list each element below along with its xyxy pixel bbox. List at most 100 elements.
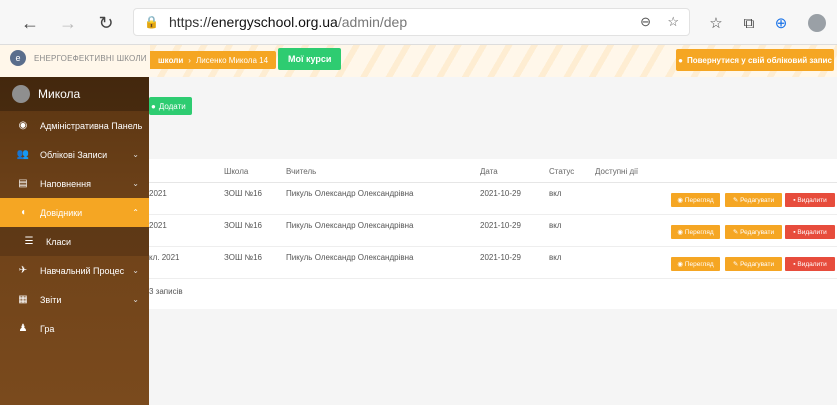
cell-school: ЗОШ №16: [224, 221, 262, 230]
sidebar-item-classes[interactable]: ☰ Класи: [0, 227, 149, 256]
rocket-icon: ✈: [18, 265, 28, 276]
sidebar-item-label: Класи: [46, 236, 72, 247]
download-icon[interactable]: ⊕: [770, 12, 792, 34]
view-button-label: Перегляд: [684, 228, 714, 236]
eye-icon: ◉: [677, 197, 683, 204]
breadcrumb-separator: ›: [188, 55, 191, 65]
sidebar-item-learning-process[interactable]: ✈ Навчальний Процес ⌄: [0, 256, 149, 285]
table-row: 2021 ЗОШ №16 Пикуль Олександр Олександрі…: [149, 183, 837, 215]
edit-button[interactable]: ✎ Редагувати: [725, 225, 782, 239]
column-actions: Доступні дії: [595, 167, 639, 176]
url-text: https://energyschool.org.ua/admin/dep: [168, 14, 408, 30]
brand-text: ЕНЕРГОЕФЕКТИВНІ ШКОЛИ: [34, 53, 147, 63]
admin-app: e ЕНЕРГОЕФЕКТИВНІ ШКОЛИ школи › Лисенко …: [0, 45, 837, 405]
delete-button[interactable]: ▪ Видалити: [785, 257, 835, 271]
cell-school: ЗОШ №16: [224, 253, 262, 262]
delete-button-label: Видалити: [797, 260, 827, 268]
users-icon: 👥: [16, 149, 30, 160]
plus-icon: ●: [151, 101, 156, 111]
add-button-label: Додати: [158, 101, 186, 111]
add-button[interactable]: ● Додати: [149, 97, 192, 115]
column-status[interactable]: Статус: [549, 167, 574, 176]
address-bar[interactable]: 🔒 https://energyschool.org.ua/admin/dep …: [133, 8, 690, 36]
breadcrumb-first[interactable]: школи: [158, 56, 183, 65]
cell-date: 2021-10-29: [480, 189, 521, 198]
cell-name: кл. 2021: [149, 253, 180, 262]
edit-button-label: Редагувати: [740, 196, 775, 204]
user-name: Микола: [38, 87, 81, 101]
cell-status: вкл: [549, 221, 562, 230]
sidebar-user[interactable]: Микола: [0, 77, 149, 111]
edit-icon: ✎: [732, 261, 739, 268]
chevron-down-icon: ⌄: [132, 150, 139, 159]
cell-school: ЗОШ №16: [224, 189, 262, 198]
edit-button-label: Редагувати: [740, 228, 775, 236]
cell-date: 2021-10-29: [480, 253, 521, 262]
table-header: Школа Вчитель Дата Статус Доступні дії: [149, 159, 837, 183]
chevron-down-icon: ⌄: [132, 179, 139, 188]
eye-icon: ◉: [677, 229, 683, 236]
profile-icon[interactable]: [806, 12, 828, 34]
table-row: кл. 2021 ЗОШ №16 Пикуль Олександр Олекса…: [149, 247, 837, 279]
chevron-up-icon: ⌃: [132, 208, 139, 217]
cell-teacher: Пикуль Олександр Олександрівна: [286, 221, 414, 230]
cell-status: вкл: [549, 189, 562, 198]
column-date[interactable]: Дата: [480, 167, 498, 176]
sidebar-item-content[interactable]: ▤ Наповнення ⌄: [0, 169, 149, 198]
view-button[interactable]: ◉ Перегляд: [671, 193, 720, 207]
cell-teacher: Пикуль Олександр Олександрівна: [286, 253, 414, 262]
my-courses-button[interactable]: Мої курси: [278, 48, 342, 70]
view-button[interactable]: ◉ Перегляд: [671, 225, 720, 239]
avatar: [12, 85, 30, 103]
sidebar-item-label: Навчальний Процес: [40, 265, 125, 276]
top-navbar: e ЕНЕРГОЕФЕКТИВНІ ШКОЛИ школи › Лисенко …: [0, 45, 837, 77]
zoom-icon[interactable]: ⊖: [640, 14, 651, 30]
sidebar-item-admin-panel[interactable]: ◉ Адміністративна Панель: [0, 111, 149, 140]
edit-button-label: Редагувати: [740, 260, 775, 268]
brand[interactable]: e ЕНЕРГОЕФЕКТИВНІ ШКОЛИ: [10, 50, 147, 66]
forward-icon[interactable]: →: [56, 11, 80, 35]
edit-icon: ✎: [732, 229, 739, 236]
eye-icon: ◉: [677, 261, 683, 268]
return-account-button[interactable]: ● Повернутися у свій обліковий запис: [676, 49, 834, 71]
people-icon: ♟: [18, 323, 28, 334]
reload-icon[interactable]: ↻: [94, 11, 118, 35]
breadcrumb-second[interactable]: Лисенко Микола 14: [196, 56, 268, 65]
list-icon: ☰: [24, 236, 34, 247]
records-count: 3 записів: [149, 287, 183, 296]
cell-status: вкл: [549, 253, 562, 262]
lock-icon: 🔒: [144, 15, 159, 29]
delete-button-label: Видалити: [797, 228, 827, 236]
sidebar-item-accounts[interactable]: 👥 Облікові Записи ⌄: [0, 140, 149, 169]
delete-button[interactable]: ▪ Видалити: [785, 225, 835, 239]
report-icon: ▦: [18, 294, 28, 305]
sidebar-item-label: Облікові Записи: [40, 149, 108, 160]
back-icon[interactable]: ←: [18, 11, 42, 35]
trash-icon: ▪: [793, 196, 796, 204]
view-button[interactable]: ◉ Перегляд: [671, 257, 720, 271]
sidebar-item-game[interactable]: ♟ Гра: [0, 314, 149, 343]
favorites-icon[interactable]: ☆: [705, 12, 727, 34]
edit-button[interactable]: ✎ Редагувати: [725, 257, 782, 271]
browser-toolbar: ← → ↻ 🔒 https://energyschool.org.ua/admi…: [0, 0, 837, 45]
delete-button[interactable]: ▪ Видалити: [785, 193, 835, 207]
sidebar-item-reports[interactable]: ▦ Звіти ⌄: [0, 285, 149, 314]
sidebar-item-label: Адміністративна Панель: [40, 120, 143, 131]
sidebar-item-label: Гра: [40, 323, 55, 334]
sidebar-item-references[interactable]: ◖ Довідники ⌃: [0, 198, 149, 227]
return-account-label: Повернутися у свій обліковий запис: [686, 55, 832, 65]
cell-date: 2021-10-29: [480, 221, 521, 230]
column-teacher[interactable]: Вчитель: [286, 167, 316, 176]
column-school[interactable]: Школа: [224, 167, 248, 176]
table-row: 2021 ЗОШ №16 Пикуль Олександр Олександрі…: [149, 215, 837, 247]
edit-button[interactable]: ✎ Редагувати: [725, 193, 782, 207]
cell-name: 2021: [149, 221, 167, 230]
edit-icon: ✎: [732, 197, 739, 204]
collections-icon[interactable]: ⧉: [738, 12, 760, 34]
favorite-add-icon[interactable]: ☆: [667, 14, 679, 30]
sidebar-item-label: Довідники: [40, 207, 83, 218]
cell-name: 2021: [149, 189, 167, 198]
delete-button-label: Видалити: [797, 196, 827, 204]
breadcrumb: школи › Лисенко Микола 14: [150, 51, 277, 69]
user-circle-icon: ●: [678, 55, 683, 65]
